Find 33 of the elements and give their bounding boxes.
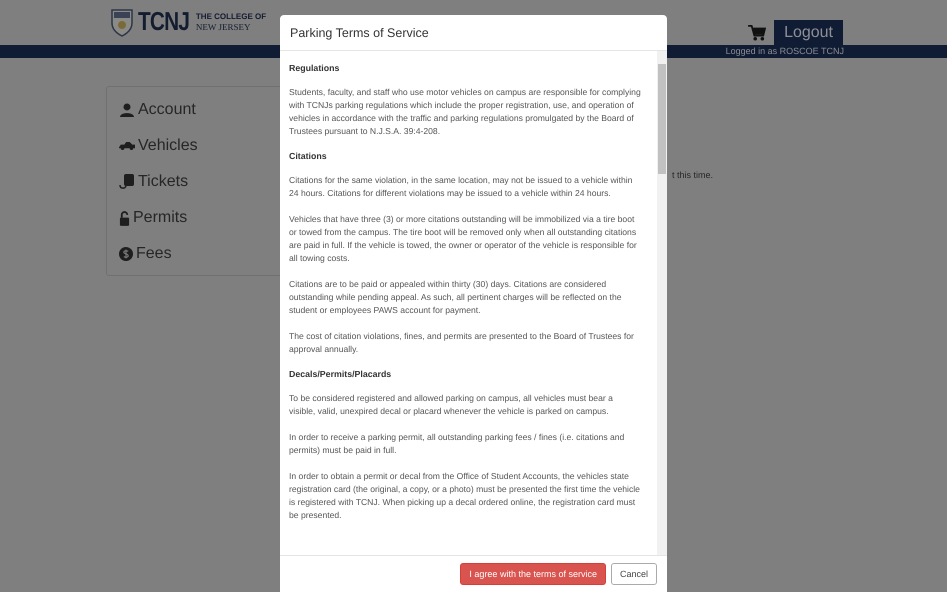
logo-tagline: NEW JERSEY	[196, 22, 252, 32]
terms-paragraph: Students, faculty, and staff who use motor vehicles on campus are responsible for complying with TCNJs parking regulations which include the proper registration, use, and operation of vehicles in accordance with the traffic and parking regulations promulgated by the Board of Trustees pursuant to N.J.S.A. 39:4-208.	[289, 86, 641, 138]
terms-paragraph: In order to obtain a permit or decal from the Office of Student Accounts, the vehicles state registration card (the original, a copy, or a photo) must be presented the first time the vehicle is registered with TCNJ. When picking up a decal ordered online, the registration card must be presented.	[289, 470, 641, 522]
logo-tagline: THE COLLEGE OF	[196, 12, 266, 22]
terms-paragraph: Citations for the same violation, in the same location, may not be issued to a vehicle within 24 hours. Citations for different violations may be issued to a vehicle within 24 hours.	[289, 174, 634, 200]
person-icon	[119, 103, 135, 117]
terms-paragraph: To be considered registered and allowed parking on campus, all vehicles must bear a visible, valid, unexpired decal or placard whenever the vehicle is parked on campus.	[289, 392, 614, 418]
sidebar-item[interactable]: Tickets	[119, 171, 282, 193]
sidebar-item[interactable]: Permits	[119, 207, 282, 229]
section-heading: Decals/Permits/Placards	[289, 369, 392, 379]
ticket-icon	[119, 174, 135, 190]
logo-wordmark: TCNJ	[138, 6, 190, 37]
info-message: t this time.	[672, 170, 714, 182]
logged-in-label: Logged in as ROSCOE TCNJ	[726, 45, 844, 58]
terms-paragraph: In order to receive a parking permit, all outstanding parking fees / fines (i.e. citations and permits) must be paid in full.	[289, 431, 626, 457]
agree-button[interactable]: I agree with the terms of service	[460, 563, 606, 585]
shield-logo-icon	[110, 6, 134, 36]
sidebar-item[interactable]: Vehicles	[119, 135, 282, 157]
padlock-icon	[119, 210, 130, 226]
section-heading: Regulations	[289, 63, 340, 73]
dollar-coin-icon	[119, 247, 133, 261]
scrollbar[interactable]	[657, 51, 667, 555]
dialog-title: Parking Terms of Service	[290, 26, 429, 40]
terms-paragraph: Citations are to be paid or appealed within thirty (30) days. Citations are considered outstanding while pending appeal. As such, all pertinent charges will be reflected on the student or employees PAWS account for payment.	[289, 278, 623, 317]
cart-icon[interactable]	[748, 24, 766, 40]
terms-paragraph: The cost of citation violations, fines, and permits are presented to the Board of Trustees for approval annually.	[289, 330, 635, 356]
sidebar-item[interactable]: Account	[119, 99, 282, 121]
terms-paragraph: Vehicles that have three (3) or more citations outstanding will be immobilized via a tire boot or towed from the campus. The tire boot will be removed only when all outstanding citations are paid in full. If the vehicle is towed, the owner or operator of the vehicle is responsible for all towing costs.	[289, 213, 638, 265]
sidebar-item[interactable]: Fees	[119, 243, 282, 265]
car-icon	[119, 142, 135, 150]
cancel-button[interactable]: Cancel	[610, 563, 657, 585]
section-heading: Citations	[289, 151, 328, 161]
logout-button[interactable]: Logout	[774, 20, 843, 45]
